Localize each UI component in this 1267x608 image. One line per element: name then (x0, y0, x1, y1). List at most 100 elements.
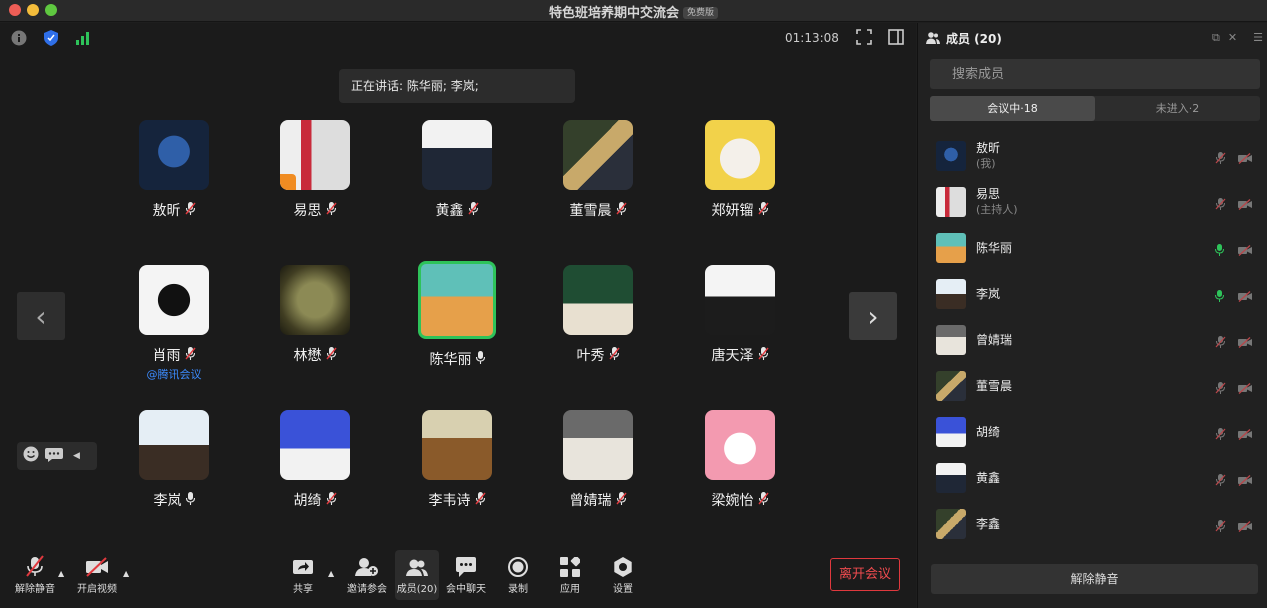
camera-off-icon[interactable] (1238, 195, 1252, 214)
mic-muted-icon (184, 201, 196, 219)
menu-icon[interactable]: ☰ (1253, 31, 1263, 45)
fullscreen-icon[interactable] (856, 29, 872, 49)
speaking-indicator: 正在讲话: 陈华丽; 李岚; (339, 69, 575, 103)
participant-name: 敖昕 (152, 203, 181, 219)
mic-on-icon[interactable] (1215, 241, 1224, 260)
leave-meeting-button[interactable]: 离开会议 (830, 558, 900, 591)
camera-off-icon[interactable] (1238, 379, 1252, 398)
mic-on-icon[interactable] (1215, 287, 1224, 306)
unmute-all-button[interactable]: 解除静音 (931, 564, 1258, 594)
member-avatar (936, 279, 966, 309)
mic-on-icon (475, 350, 485, 368)
camera-off-icon[interactable] (1238, 471, 1252, 490)
camera-off-icon[interactable] (1238, 517, 1252, 536)
mic-muted-icon[interactable] (1215, 517, 1226, 536)
member-name: 黄鑫 (976, 470, 1001, 485)
popout-icon[interactable]: ⧉ (1212, 31, 1220, 45)
member-list-item[interactable]: 易思 (主持人) (918, 179, 1267, 225)
tab-in-meeting[interactable]: 会议中·18 (930, 96, 1095, 121)
member-role: (我) (976, 157, 996, 170)
start-video-button[interactable]: 开启视频 (74, 550, 120, 600)
mic-muted-icon (757, 491, 769, 509)
participant-tile[interactable]: 黄鑫 (397, 120, 517, 220)
member-list-item[interactable]: 敖昕 (我) (918, 133, 1267, 179)
camera-off-icon[interactable] (1238, 241, 1252, 260)
participant-tile[interactable]: 陈华丽 (397, 261, 517, 369)
member-name: 易思 (976, 187, 1001, 201)
participant-tile[interactable]: 董雪晨 (538, 120, 658, 220)
chat-button[interactable]: 会中聊天 (444, 550, 488, 600)
participant-tile[interactable]: 胡绮 (255, 410, 375, 510)
share-button[interactable]: 共享 (281, 550, 325, 600)
participant-tile[interactable]: 敖昕 (114, 120, 234, 220)
participant-name-row: 李韦诗 (397, 490, 517, 510)
member-list-item[interactable]: 曾婧瑞 (918, 317, 1267, 363)
share-options-caret[interactable]: ▲ (328, 569, 334, 578)
window-title: 特色班培养期中交流会 免费版 (0, 2, 1267, 21)
network-signal-icon[interactable] (74, 29, 92, 47)
chat-label: 会中聊天 (446, 584, 486, 595)
participant-name: 易思 (293, 203, 322, 219)
member-info: 敖昕 (我) (976, 141, 1000, 171)
member-avatar (936, 141, 966, 171)
participant-name: 黄鑫 (435, 203, 464, 219)
member-list-item[interactable]: 胡绮 (918, 409, 1267, 455)
participant-tile[interactable]: 李岚 (114, 410, 234, 510)
invite-button[interactable]: 邀请参会 (345, 550, 389, 600)
close-icon[interactable]: ✕ (1228, 31, 1237, 45)
apps-button[interactable]: 应用 (548, 550, 592, 600)
unmute-label: 解除静音 (15, 584, 55, 595)
participant-tile[interactable]: 肖雨 @腾讯会议 (114, 265, 234, 382)
participant-name: 肖雨 (152, 348, 181, 364)
participant-tile[interactable]: 易思 (255, 120, 375, 220)
plan-badge: 免费版 (683, 7, 719, 19)
tab-not-joined[interactable]: 未进入·2 (1095, 96, 1260, 121)
video-options-caret[interactable]: ▲ (123, 569, 129, 578)
participant-tile[interactable]: 郑妍镏 (680, 120, 800, 220)
mic-muted-icon (325, 346, 337, 364)
audio-options-caret[interactable]: ▲ (58, 569, 64, 578)
participant-tile[interactable]: 林懋 (255, 265, 375, 365)
participant-tile[interactable]: 唐天泽 (680, 265, 800, 365)
camera-off-icon[interactable] (1238, 287, 1252, 306)
mic-muted-icon (608, 346, 620, 364)
info-icon[interactable] (10, 29, 28, 47)
mic-muted-icon[interactable] (1215, 333, 1226, 352)
participant-tile[interactable]: 曾婧瑞 (538, 410, 658, 510)
camera-off-icon[interactable] (1238, 149, 1252, 168)
start-video-label: 开启视频 (77, 584, 117, 595)
participant-name: 李韦诗 (428, 493, 471, 509)
mic-muted-icon[interactable] (1215, 425, 1226, 444)
mic-muted-icon[interactable] (1215, 195, 1226, 214)
unmute-button[interactable]: 解除静音 (12, 550, 58, 600)
settings-button[interactable]: 设置 (601, 550, 645, 600)
emoji-icon[interactable] (23, 446, 39, 466)
participant-tile[interactable]: 叶秀 (538, 265, 658, 365)
member-list-item[interactable]: 董雪晨 (918, 363, 1267, 409)
previous-page-button[interactable]: ‹ (17, 292, 65, 340)
mic-muted-icon[interactable] (1215, 471, 1226, 490)
collapse-left-icon[interactable]: ◀ (73, 451, 80, 461)
participant-tile[interactable]: 梁婉怡 (680, 410, 800, 510)
member-list-item[interactable]: 李岚 (918, 271, 1267, 317)
toggle-sidebar-icon[interactable] (888, 29, 904, 49)
settings-label: 设置 (613, 584, 633, 595)
mic-muted-icon (474, 491, 486, 509)
chevron-right-icon: › (867, 299, 879, 333)
member-list-item[interactable]: 李鑫 (918, 501, 1267, 547)
mic-muted-icon[interactable] (1215, 149, 1226, 168)
member-list-item[interactable]: 黄鑫 (918, 455, 1267, 501)
danmaku-icon[interactable] (45, 447, 63, 466)
camera-off-icon[interactable] (1238, 425, 1252, 444)
participant-name-row: 黄鑫 (397, 200, 517, 220)
participant-tile[interactable]: 李韦诗 (397, 410, 517, 510)
search-members-input[interactable] (930, 59, 1260, 89)
next-page-button[interactable]: › (849, 292, 897, 340)
member-list-item[interactable]: 陈华丽 (918, 225, 1267, 271)
members-button[interactable]: 成员(20) (395, 550, 439, 600)
security-shield-icon[interactable] (42, 29, 60, 47)
camera-off-icon[interactable] (1238, 333, 1252, 352)
mic-muted-icon[interactable] (1215, 379, 1226, 398)
record-button[interactable]: 录制 (496, 550, 540, 600)
mic-muted-icon (325, 491, 337, 509)
